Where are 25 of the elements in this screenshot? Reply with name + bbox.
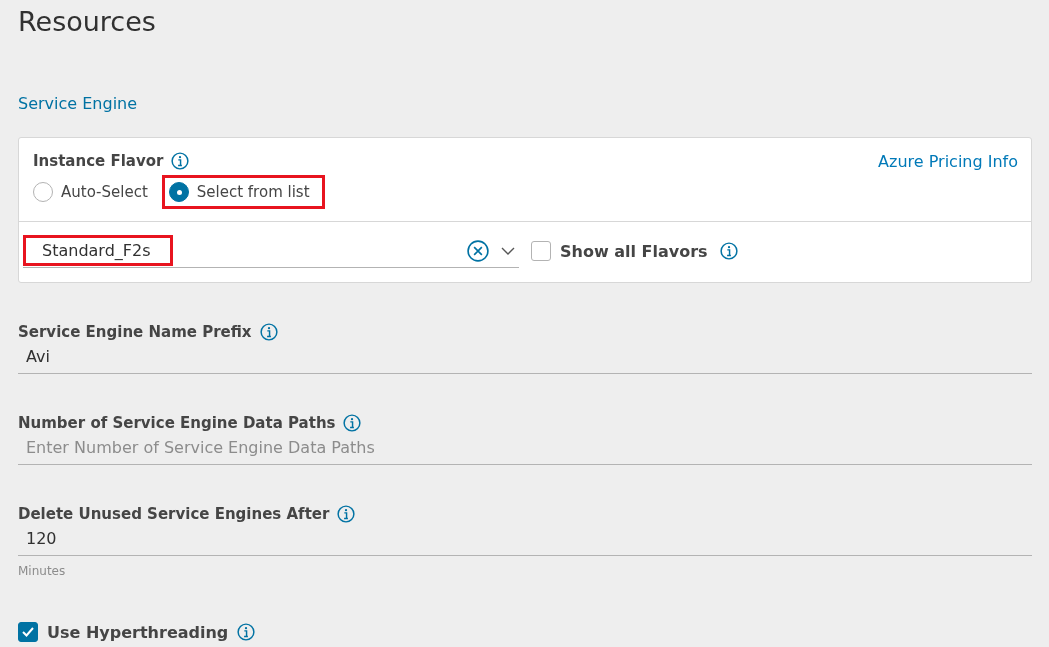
check-icon — [22, 627, 34, 637]
input-field[interactable]: Avi — [18, 341, 1032, 374]
radio-option[interactable]: Auto-Select — [26, 175, 163, 209]
field-label: Number of Service Engine Data Paths — [18, 414, 336, 432]
pricing-link[interactable]: Azure Pricing Info — [878, 152, 1018, 209]
flavor-select[interactable]: Standard_F2s — [23, 234, 519, 268]
info-icon[interactable] — [259, 323, 278, 341]
field-hint: Minutes — [18, 564, 67, 578]
info-icon[interactable] — [237, 623, 256, 641]
info-icon[interactable] — [719, 242, 738, 260]
field-label: Instance Flavor — [33, 152, 164, 170]
show-all-checkbox[interactable]: Show all Flavors — [531, 241, 708, 261]
input-field[interactable]: Enter Number of Service Engine Data Paths — [18, 432, 1032, 465]
caret-icon[interactable] — [501, 246, 515, 255]
info-icon[interactable] — [337, 505, 356, 523]
clear-icon[interactable] — [467, 239, 489, 262]
field-label: Service Engine Name Prefix — [18, 323, 252, 341]
hyperthreading-checkbox[interactable]: Use Hyperthreading — [18, 622, 1032, 642]
input-field[interactable]: 120 — [18, 523, 1032, 556]
field-label: Delete Unused Service Engines After — [18, 505, 330, 523]
info-icon[interactable] — [171, 152, 190, 170]
radio-option[interactable]: Select from list — [161, 175, 325, 209]
section-title: Service Engine — [18, 94, 139, 114]
page-title: Resources — [18, 5, 157, 39]
info-icon[interactable] — [343, 414, 362, 432]
